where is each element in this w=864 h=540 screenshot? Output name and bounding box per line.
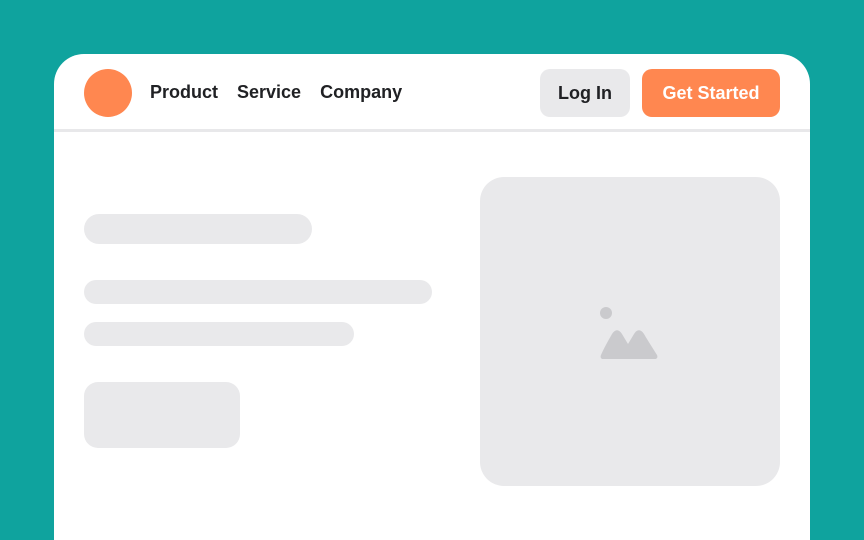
- image-icon: [600, 307, 658, 359]
- logo-icon[interactable]: [84, 69, 132, 117]
- button-placeholder: [84, 382, 240, 448]
- main-nav: Product Service Company: [150, 82, 402, 103]
- top-navigation-bar: Product Service Company Log In Get Start…: [54, 54, 810, 132]
- text-line-placeholder-2: [84, 322, 354, 346]
- get-started-button[interactable]: Get Started: [642, 69, 780, 117]
- log-in-button[interactable]: Log In: [540, 69, 630, 117]
- nav-item-product[interactable]: Product: [150, 82, 218, 103]
- nav-item-service[interactable]: Service: [237, 82, 301, 103]
- landing-card: Product Service Company Log In Get Start…: [54, 54, 810, 540]
- hero-image-placeholder: [480, 177, 780, 486]
- headline-placeholder: [84, 214, 312, 244]
- text-line-placeholder-1: [84, 280, 432, 304]
- nav-item-company[interactable]: Company: [320, 82, 402, 103]
